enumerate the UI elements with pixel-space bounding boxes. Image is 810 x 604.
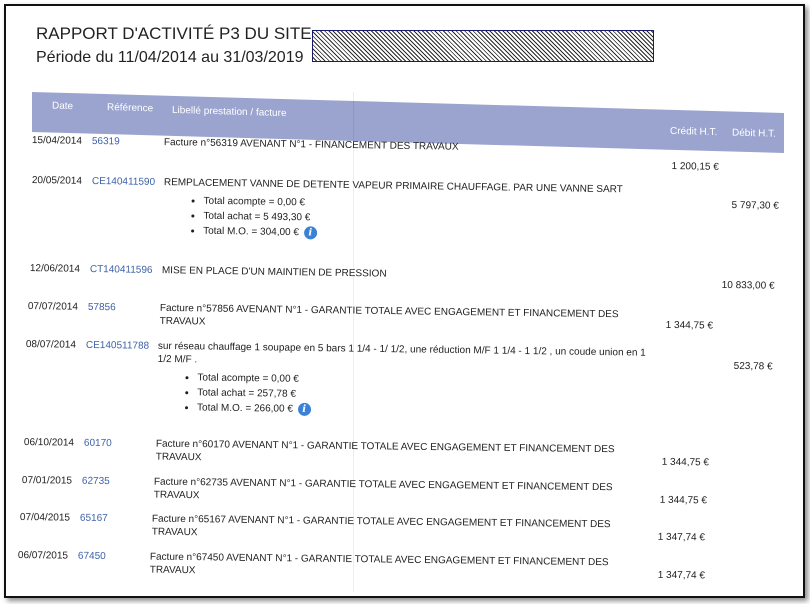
column-header-date: Date bbox=[52, 100, 74, 113]
row-debit: 523,78 € bbox=[733, 360, 773, 373]
row-reference-link[interactable]: 67450 bbox=[78, 550, 106, 563]
report-period: Période du 11/04/2014 au 31/03/2019 bbox=[36, 49, 304, 66]
row-reference-link[interactable]: CT140411596 bbox=[90, 263, 153, 277]
column-header-reference: Référence bbox=[107, 102, 154, 115]
row-date: 12/06/2014 bbox=[29, 262, 81, 275]
info-icon[interactable]: i bbox=[297, 402, 311, 416]
row-description: Facture n°65167 AVENANT N°1 - GARANTIE T… bbox=[151, 513, 611, 539]
row-date: 15/04/2014 bbox=[31, 134, 83, 147]
row-credit: 1 344,75 € bbox=[659, 494, 708, 507]
redacted-site-name bbox=[312, 30, 654, 62]
column-header-credit: Crédit H.T. bbox=[670, 125, 718, 139]
column-header-libelle: Libellé prestation / facture bbox=[172, 104, 287, 120]
row-totals-list: Total acompte = 0,00 € Total achat = 5 4… bbox=[163, 193, 644, 246]
row-totals-list: Total acompte = 0,00 € Total achat = 257… bbox=[157, 370, 658, 422]
row-description: Facture n°60170 AVENANT N°1 - GARANTIE T… bbox=[155, 438, 615, 464]
row-description: Facture n°62735 AVENANT N°1 - GARANTIE T… bbox=[153, 476, 613, 502]
row-reference-link[interactable]: 65167 bbox=[80, 512, 108, 525]
row-debit: 10 833,00 € bbox=[721, 279, 775, 292]
row-date: 07/01/2015 bbox=[21, 474, 73, 487]
column-header-debit: Débit H.T. bbox=[732, 127, 776, 140]
row-description-block: REMPLACEMENT VANNE DE DETENTE VAPEUR PRI… bbox=[163, 176, 644, 246]
total-mo: Total M.O. = 304,00 € bbox=[203, 225, 300, 239]
row-credit: 1 344,75 € bbox=[665, 319, 714, 332]
row-description: Facture n°57856 AVENANT N°1 - GARANTIE T… bbox=[159, 302, 619, 328]
row-reference-link[interactable]: 57856 bbox=[88, 301, 116, 314]
row-reference-link[interactable]: 60170 bbox=[84, 437, 112, 450]
row-description: sur réseau chauffage 1 soupape en 5 bars… bbox=[157, 340, 646, 366]
row-date: 07/04/2015 bbox=[19, 511, 71, 524]
row-reference-link[interactable]: 62735 bbox=[82, 475, 110, 488]
row-reference-link[interactable]: 56319 bbox=[92, 135, 120, 148]
info-icon[interactable]: i bbox=[303, 226, 317, 240]
row-date: 06/07/2015 bbox=[17, 549, 69, 562]
row-debit: 5 797,30 € bbox=[731, 199, 779, 212]
total-mo: Total M.O. = 266,00 € bbox=[196, 402, 293, 415]
row-date: 20/05/2014 bbox=[31, 174, 83, 187]
row-reference-link[interactable]: CE140411590 bbox=[92, 175, 155, 189]
row-description-block: sur réseau chauffage 1 soupape en 5 bars… bbox=[157, 340, 658, 422]
row-description: MISE EN PLACE D'UN MAINTIEN DE PRESSION bbox=[161, 265, 387, 280]
row-date: 07/07/2014 bbox=[27, 300, 79, 313]
row-date: 08/07/2014 bbox=[25, 338, 77, 351]
row-credit: 1 347,74 € bbox=[657, 569, 706, 582]
row-reference-link[interactable]: CE140511788 bbox=[86, 339, 149, 353]
row-credit: 1 344,75 € bbox=[661, 456, 710, 469]
row-credit: 1 347,74 € bbox=[657, 531, 706, 544]
scanned-report-page: RAPPORT D'ACTIVITÉ P3 DU SITE Période du… bbox=[4, 4, 805, 598]
report-title: RAPPORT D'ACTIVITÉ P3 DU SITE bbox=[36, 24, 312, 43]
row-date: 06/10/2014 bbox=[23, 436, 75, 449]
row-description: Facture n°67450 AVENANT N°1 - GARANTIE T… bbox=[149, 551, 609, 577]
row-credit: 1 200,15 € bbox=[671, 161, 719, 173]
